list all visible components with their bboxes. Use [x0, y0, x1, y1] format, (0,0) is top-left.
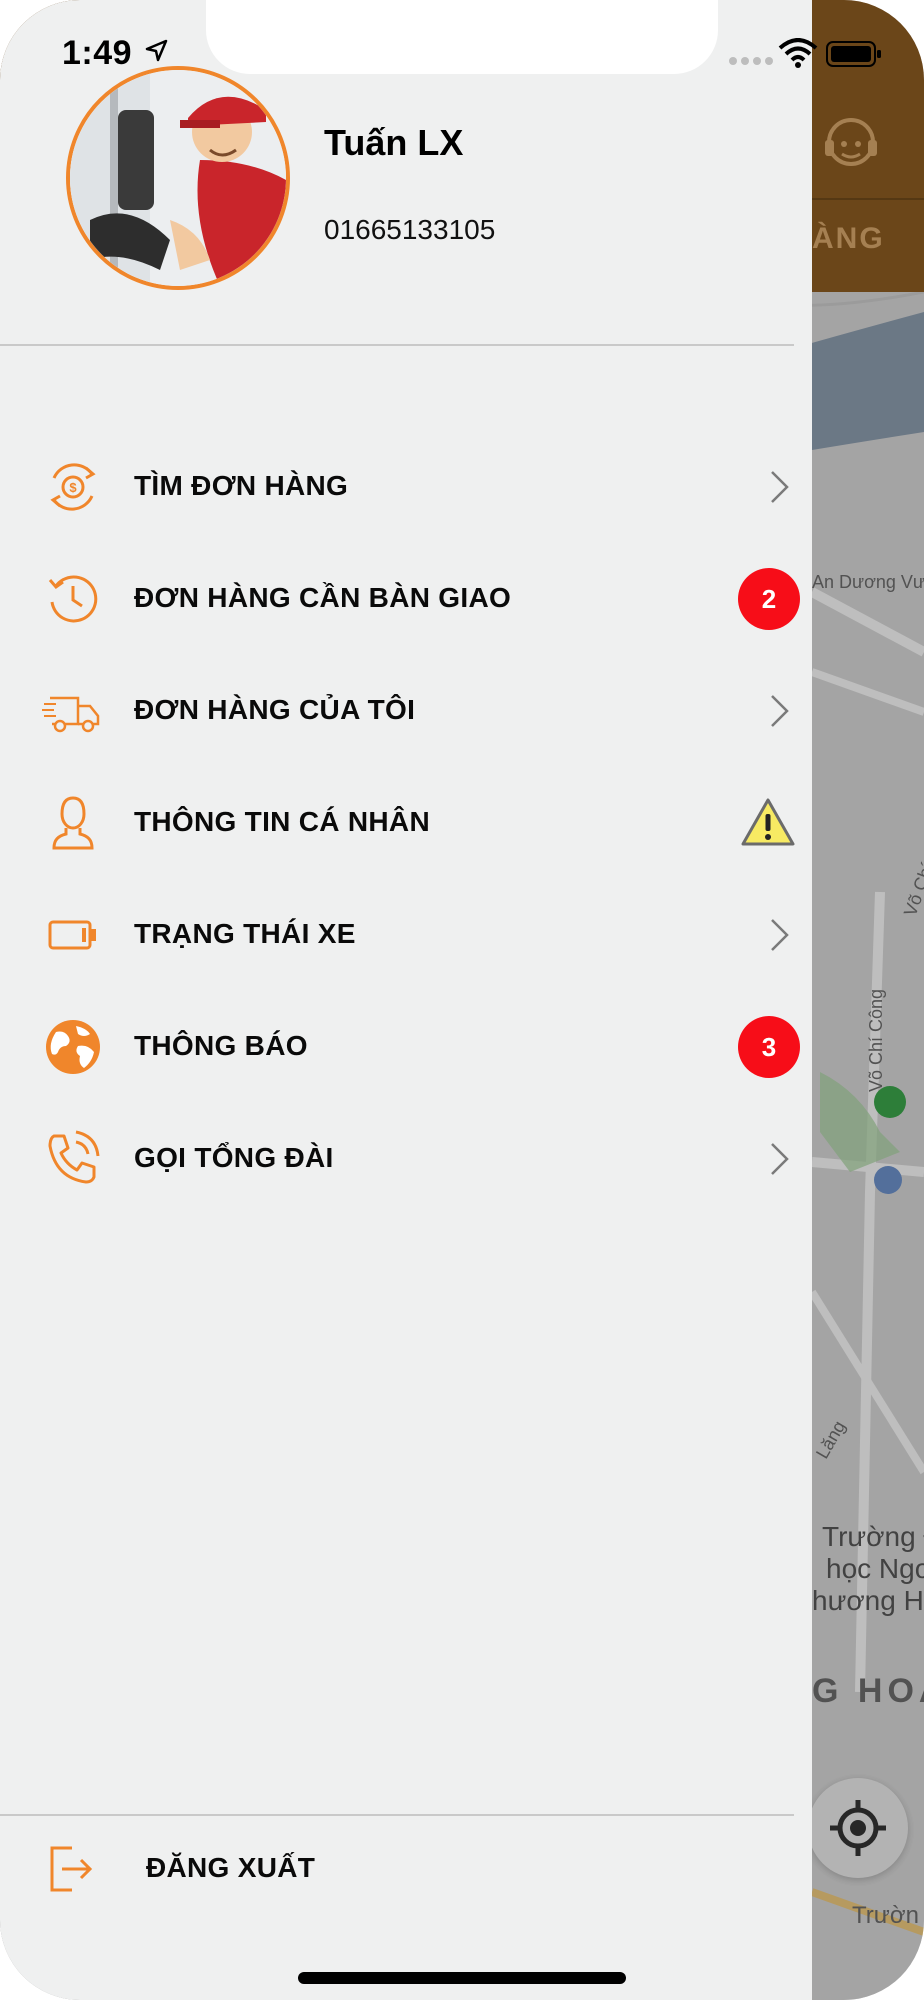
- location-arrow-icon: [145, 39, 168, 62]
- history-icon: [48, 575, 98, 623]
- chevron-right-icon: [771, 471, 789, 503]
- logout-icon: [50, 1846, 93, 1892]
- logout-button[interactable]: ĐĂNG XUẤT: [0, 1818, 812, 1918]
- money-search-icon: $: [50, 463, 96, 511]
- chevron-right-icon: [771, 695, 789, 727]
- menu-item-label: ĐƠN HÀNG CẦN BÀN GIAO: [134, 582, 512, 613]
- menu-item-label: TÌM ĐƠN HÀNG: [134, 470, 349, 501]
- menu-item-label: TRẠNG THÁI XE: [134, 918, 356, 949]
- chevron-right-icon: [771, 919, 789, 951]
- home-indicator[interactable]: [298, 1972, 626, 1984]
- status-bar: 1:49: [0, 0, 924, 100]
- globe-icon: [46, 1020, 100, 1074]
- menu-item-personal-info[interactable]: THÔNG TIN CÁ NHÂN: [0, 768, 812, 879]
- menu-item-find-orders[interactable]: $ TÌM ĐƠN HÀNG: [0, 432, 812, 543]
- phone-call-icon: [48, 1130, 100, 1184]
- menu-item-label: THÔNG TIN CÁ NHÂN: [134, 806, 430, 837]
- screen-notch: [206, 0, 718, 74]
- menu-item-label: ĐƠN HÀNG CỦA TÔI: [134, 694, 416, 725]
- menu-item-orders-to-hand-over[interactable]: ĐƠN HÀNG CẦN BÀN GIAO 2: [0, 544, 812, 655]
- person-icon: [52, 796, 94, 850]
- phone-screen: ÀNG An Dương Vươ Võ Chí Công Võ Chí Lăng…: [0, 0, 924, 2000]
- status-time: 1:49: [62, 34, 133, 72]
- menu-item-notifications[interactable]: THÔNG BÁO 3: [0, 992, 812, 1103]
- header-divider: [0, 344, 794, 346]
- battery-status-icon: [48, 920, 96, 950]
- count-badge: 3: [738, 1016, 800, 1078]
- menu-item-label: THÔNG BÁO: [134, 1030, 308, 1061]
- profile-phone: 01665133105: [324, 214, 496, 245]
- count-badge: 2: [738, 568, 800, 630]
- profile-name: Tuấn LX: [324, 122, 464, 163]
- delivery-truck-icon: [42, 696, 100, 733]
- svg-text:$: $: [69, 480, 77, 495]
- menu-item-vehicle-status[interactable]: TRẠNG THÁI XE: [0, 880, 812, 991]
- battery-icon: [826, 41, 881, 67]
- footer-divider: [0, 1814, 794, 1816]
- menu-item-call-center[interactable]: GỌI TỔNG ĐÀI: [0, 1104, 812, 1215]
- menu-item-my-orders[interactable]: ĐƠN HÀNG CỦA TÔI: [0, 656, 812, 767]
- logout-label: ĐĂNG XUẤT: [146, 1852, 316, 1883]
- driver-avatar-illustration: [70, 70, 286, 286]
- menu-item-label: GỌI TỔNG ĐÀI: [134, 1142, 334, 1173]
- warning-icon: [741, 798, 795, 846]
- chevron-right-icon: [771, 1143, 789, 1175]
- side-drawer: Tuấn LX 01665133105 $ TÌM ĐƠN HÀNG ĐƠN H…: [0, 0, 812, 2000]
- wifi-icon: [778, 38, 818, 68]
